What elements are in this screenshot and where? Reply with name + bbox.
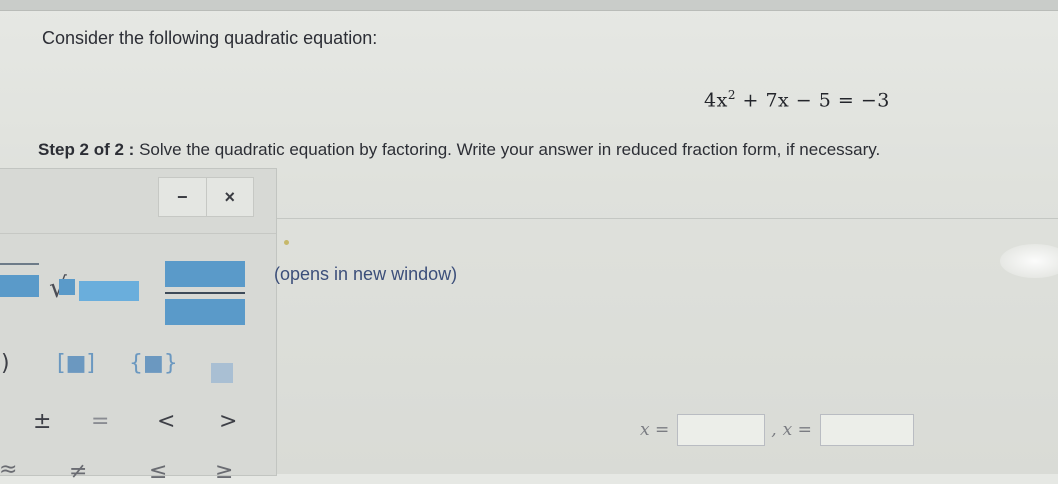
answer-input-2[interactable] [819,414,914,446]
math-palette: − × √ ) [■] {■} ± = < > ≈ ≠ ≤ ≥ [0,168,277,484]
template-box [0,275,39,297]
subscript-box-button[interactable] [211,363,233,383]
equation-exponent: 2 [727,88,736,102]
greater-than-button[interactable]: > [219,409,237,434]
sqrt-template-button[interactable]: √ [49,267,153,307]
radicand-box [79,281,139,301]
equation-base: 4x [704,89,728,112]
bracket-button[interactable]: [■] [57,351,95,376]
subscript-template-button[interactable] [0,263,41,303]
step-instruction: Solve the quadratic equation by factorin… [139,140,881,159]
template-box [59,279,75,295]
open-new-window-link[interactable]: (opens in new window) [274,264,457,285]
paren-button[interactable]: ) [1,351,10,376]
step-instruction-line: Step 2 of 2 : Solve the quadratic equati… [38,140,880,160]
top-bar [0,0,1058,11]
equals-button[interactable]: = [91,409,109,434]
not-equal-button[interactable]: ≠ [69,459,87,484]
decorative-dot [284,240,289,245]
template-box [0,263,39,265]
greater-equal-button[interactable]: ≥ [215,459,233,484]
equation-rest: + 7x − 5 = −3 [735,89,890,112]
answer-row: x = , x = [640,412,920,448]
palette-header: − × [158,177,254,217]
less-than-button[interactable]: < [157,409,175,434]
denominator-box [165,299,245,325]
answer-label-1: x = [640,420,670,440]
answer-separator: , [771,420,777,440]
fraction-bar [165,292,245,294]
palette-divider [0,233,276,234]
close-button[interactable]: × [205,178,254,216]
step-label: Step 2 of 2 : [38,140,135,159]
answer-label-2: x = [782,420,812,440]
fraction-template-button[interactable] [165,261,251,327]
answer-input-1[interactable] [677,414,766,446]
brace-button[interactable]: {■} [129,351,178,376]
approx-button[interactable]: ≈ [0,457,17,482]
quadratic-equation: 4x2 + 7x − 5 = −3 [704,88,890,111]
question-prompt: Consider the following quadratic equatio… [42,28,378,48]
plus-minus-button[interactable]: ± [33,409,51,434]
screen-glare [1000,244,1058,278]
less-equal-button[interactable]: ≤ [149,459,167,484]
minimize-button[interactable]: − [159,178,206,216]
numerator-box [165,261,245,287]
